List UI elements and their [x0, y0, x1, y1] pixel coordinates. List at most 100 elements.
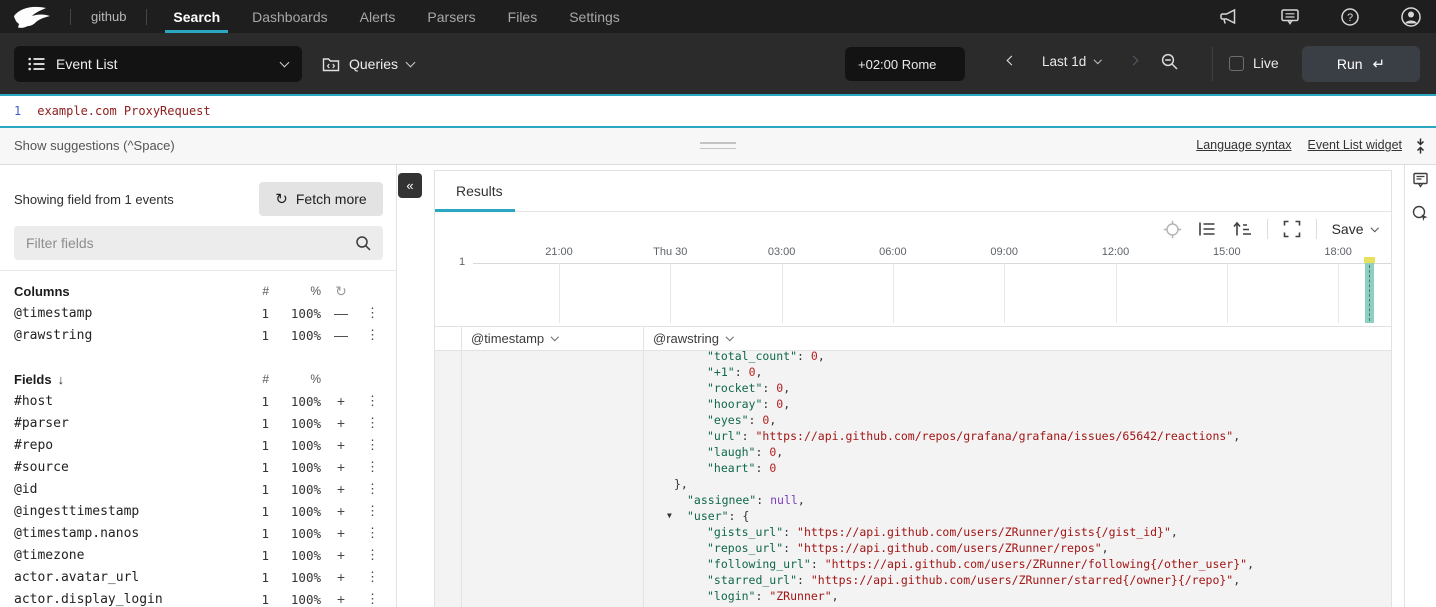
sort-ascending-icon[interactable] — [1232, 219, 1252, 239]
percent-header: % — [269, 284, 321, 298]
field-menu-button[interactable]: ⋮ — [361, 327, 383, 343]
json-line: "gists_url": "https://api.github.com/use… — [643, 524, 1389, 540]
query-text[interactable]: example.com ProxyRequest — [37, 104, 210, 118]
json-line: "assignee": null, — [643, 492, 1389, 508]
time-range-next-button[interactable] — [1129, 56, 1139, 66]
field-menu-button[interactable]: ⋮ — [361, 503, 383, 519]
save-button[interactable]: Save — [1332, 221, 1377, 237]
field-menu-button[interactable]: ⋮ — [361, 547, 383, 563]
saved-queries-icon — [322, 56, 340, 73]
query-editor[interactable]: 1 example.com ProxyRequest — [0, 94, 1436, 128]
time-zoom-out-icon[interactable] — [1160, 52, 1180, 72]
histogram-bar[interactable] — [1365, 263, 1374, 323]
timeline-chart[interactable]: 1 21:00Thu 3003:0006:0009:0012:0015:0018… — [435, 246, 1392, 324]
json-key: "url" — [707, 429, 742, 443]
queries-dropdown[interactable]: Queries — [322, 46, 414, 82]
collapse-fields-panel-button[interactable]: « — [398, 173, 422, 198]
event-list-widget-link[interactable]: Event List widget — [1308, 138, 1403, 152]
field-name[interactable]: @id — [14, 482, 241, 497]
tab-settings[interactable]: Settings — [553, 0, 636, 33]
add-column-button[interactable]: + — [321, 459, 361, 475]
filter-fields-input[interactable] — [14, 226, 383, 260]
field-menu-button[interactable]: ⋮ — [361, 481, 383, 497]
field-name[interactable]: #host — [14, 394, 241, 409]
announcements-icon[interactable] — [1218, 8, 1240, 26]
live-toggle[interactable]: Live — [1229, 55, 1279, 71]
remove-column-button[interactable]: — — [321, 327, 361, 343]
timezone-field[interactable]: +02:00 Rome — [845, 47, 965, 81]
field-name[interactable]: actor.display_login — [14, 592, 241, 607]
sort-descending-icon[interactable]: ↓ — [58, 372, 65, 387]
tab-search[interactable]: Search — [157, 0, 236, 33]
suggestions-hint[interactable]: Show suggestions (^Space) — [14, 138, 175, 153]
run-button[interactable]: Run ↵ — [1302, 46, 1420, 82]
results-toolbar: Save — [1163, 217, 1377, 241]
view-selector-dropdown[interactable]: Event List — [14, 46, 302, 82]
time-range-previous-button[interactable] — [1007, 56, 1017, 66]
percent-header: % — [269, 372, 321, 386]
rawstring-json-viewer: "total_count": 0,"+1": 0,"rocket": 0,"ho… — [643, 348, 1389, 607]
field-name[interactable]: #parser — [14, 416, 241, 431]
field-menu-button[interactable]: ⋮ — [361, 305, 383, 321]
field-name[interactable]: @timestamp.nanos — [14, 526, 241, 541]
add-column-button[interactable]: + — [321, 437, 361, 453]
add-column-button[interactable]: + — [321, 503, 361, 519]
add-column-button[interactable]: + — [321, 569, 361, 585]
column-header-rawstring[interactable]: @rawstring — [653, 331, 732, 346]
add-column-button[interactable]: + — [321, 415, 361, 431]
add-column-button[interactable]: + — [321, 481, 361, 497]
column-header-timestamp[interactable]: @timestamp — [471, 331, 558, 346]
section-gap — [0, 346, 397, 368]
refresh-columns-icon[interactable]: ↻ — [321, 283, 361, 300]
account-icon[interactable] — [1400, 6, 1422, 28]
time-range-dropdown[interactable]: Last 1d — [1042, 54, 1101, 69]
live-checkbox[interactable] — [1229, 56, 1244, 71]
x-tick-label: 03:00 — [768, 246, 796, 258]
tab-files[interactable]: Files — [492, 0, 554, 33]
add-column-button[interactable]: + — [321, 525, 361, 541]
wrap-lines-icon[interactable] — [1197, 219, 1217, 239]
tab-results[interactable]: Results — [456, 183, 503, 199]
field-menu-button[interactable]: ⋮ — [361, 569, 383, 585]
active-tab-underline — [435, 209, 515, 212]
fetch-more-button[interactable]: ↻ Fetch more — [259, 182, 383, 216]
field-name[interactable]: #repo — [14, 438, 241, 453]
collapse-node-icon[interactable]: ▼ — [667, 508, 672, 524]
field-name[interactable]: actor.avatar_url — [14, 570, 241, 585]
field-name[interactable]: @rawstring — [14, 328, 241, 343]
field-name[interactable]: @timestamp — [14, 306, 241, 321]
remove-column-button[interactable]: — — [321, 305, 361, 321]
field-name[interactable]: @timezone — [14, 548, 241, 563]
field-percent: 100% — [269, 460, 321, 475]
repository-name[interactable]: github — [91, 9, 126, 24]
tab-alerts[interactable]: Alerts — [344, 0, 412, 33]
add-column-button[interactable]: + — [321, 393, 361, 409]
crosshair-icon[interactable] — [1163, 220, 1182, 239]
fullscreen-icon[interactable] — [1283, 220, 1301, 238]
field-menu-button[interactable]: ⋮ — [361, 459, 383, 475]
json-value: 0 — [811, 349, 818, 363]
crowdstrike-falcon-logo-icon[interactable] — [12, 3, 58, 31]
fields-title: Fields — [14, 372, 52, 387]
field-name[interactable]: @ingesttimestamp — [14, 504, 241, 519]
query-monitor-icon[interactable] — [1411, 204, 1430, 223]
field-menu-button[interactable]: ⋮ — [361, 437, 383, 453]
field-menu-button[interactable]: ⋮ — [361, 591, 383, 607]
tab-parsers[interactable]: Parsers — [411, 0, 491, 33]
help-icon[interactable]: ? — [1340, 7, 1360, 27]
editor-resize-handle[interactable] — [700, 142, 736, 153]
json-line: "login": "ZRunner", — [643, 588, 1389, 604]
event-list-interactions-icon[interactable] — [1411, 171, 1430, 190]
field-menu-button[interactable]: ⋮ — [361, 525, 383, 541]
json-line: "repos_url": "https://api.github.com/use… — [643, 540, 1389, 556]
field-menu-button[interactable]: ⋮ — [361, 415, 383, 431]
add-column-button[interactable]: + — [321, 547, 361, 563]
language-syntax-link[interactable]: Language syntax — [1196, 138, 1291, 152]
feedback-icon[interactable] — [1280, 8, 1300, 26]
toolbar-divider — [1212, 47, 1213, 81]
field-menu-button[interactable]: ⋮ — [361, 393, 383, 409]
add-column-button[interactable]: + — [321, 591, 361, 607]
collapse-vertical-icon[interactable] — [1412, 137, 1429, 155]
field-name[interactable]: #source — [14, 460, 241, 475]
tab-dashboards[interactable]: Dashboards — [236, 0, 344, 33]
